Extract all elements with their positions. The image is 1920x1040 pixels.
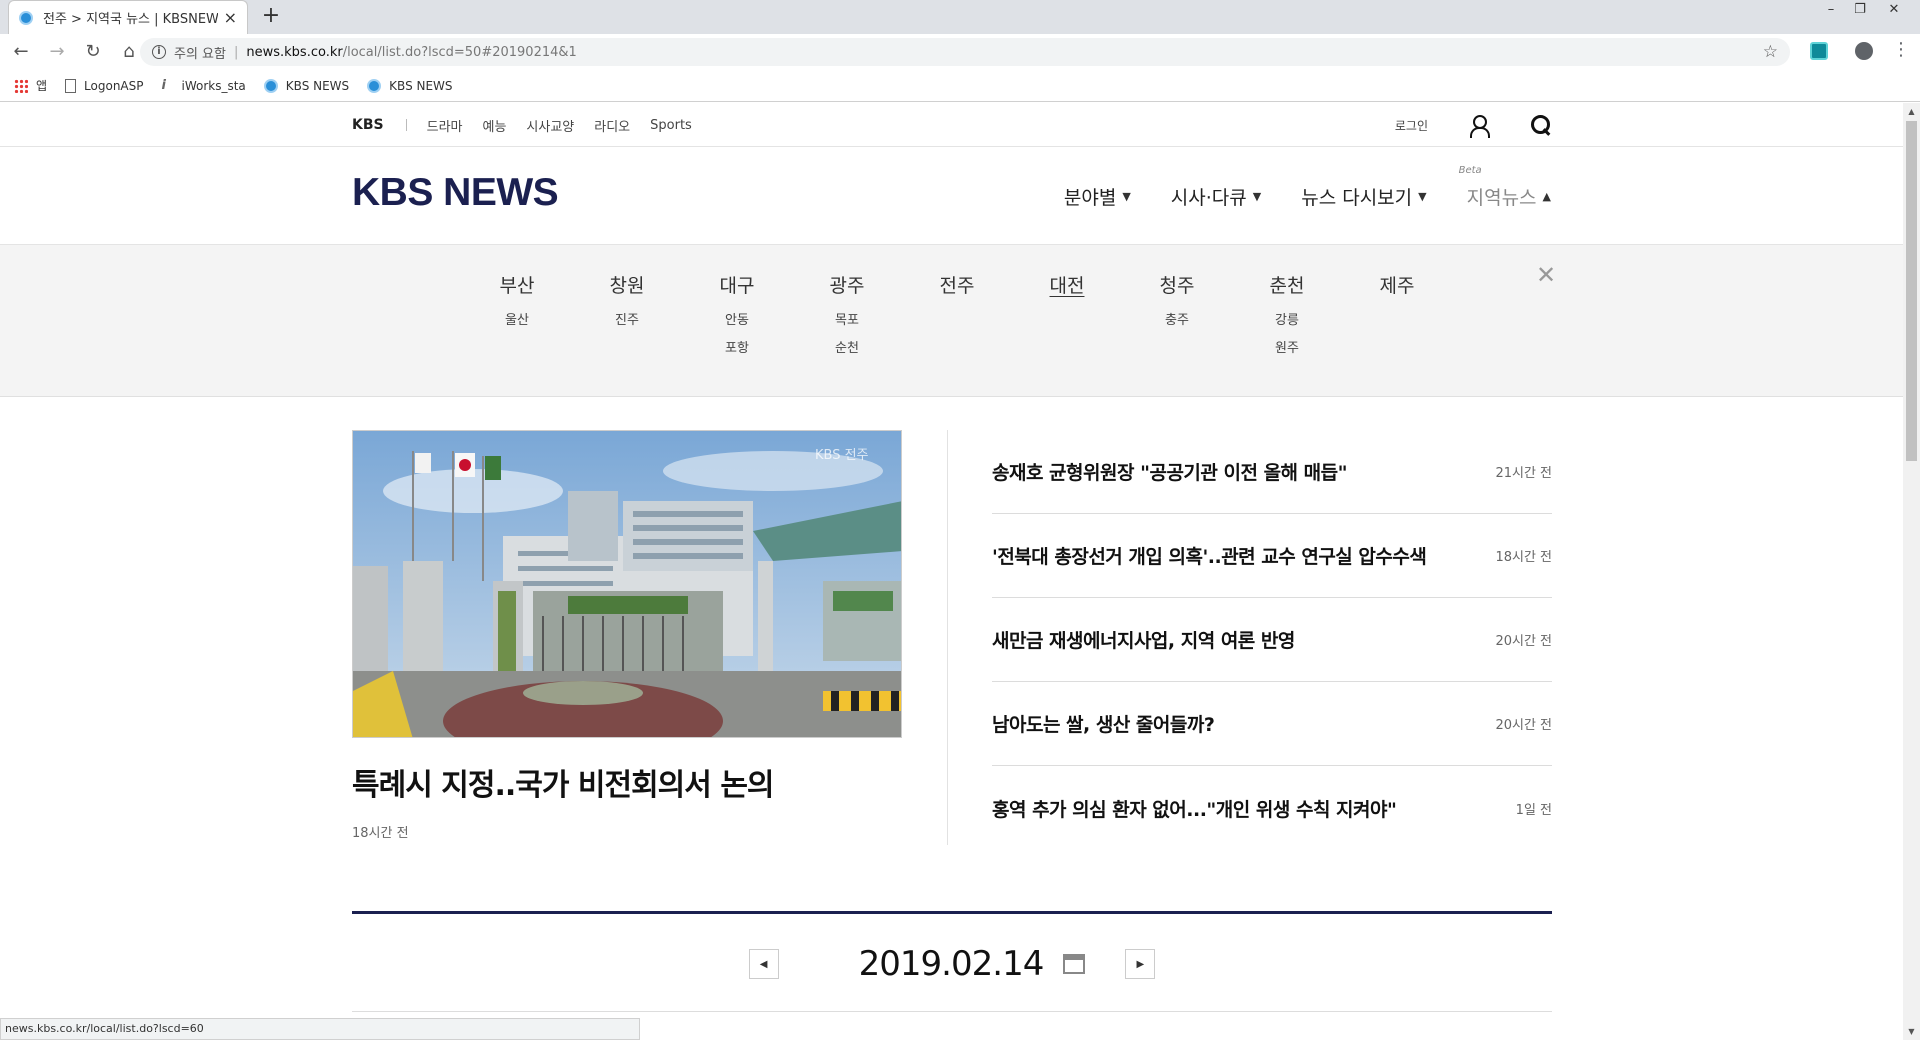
news-item[interactable]: 새만금 재생에너지사업, 지역 여론 반영 20시간 전 — [992, 598, 1552, 682]
browser-tab[interactable]: 전주 > 지역국 뉴스 | KBSNEWS × — [8, 0, 248, 34]
arrow-left-icon: ◀ — [759, 958, 768, 970]
news-title: '전북대 총장선거 개입 의혹'..관련 교수 연구실 압수수색 — [992, 546, 1427, 568]
date-bar-bottom-line — [352, 1011, 1552, 1012]
bookmark-apps[interactable]: 앱 — [14, 77, 47, 94]
news-time: 20시간 전 — [1495, 718, 1552, 733]
headline-time: 18시간 전 — [352, 826, 409, 841]
bookmark-iworks[interactable]: i iWorks_sta — [162, 78, 246, 93]
date-navigator: ◀ 2019.02.14 ▶ — [352, 911, 1552, 1012]
address-bar[interactable]: i 주의 요함 | news.kbs.co.kr /local/list.do?… — [140, 38, 1790, 66]
news-time: 20시간 전 — [1495, 634, 1552, 649]
reload-icon[interactable]: ↻ — [78, 37, 108, 67]
page-scrollbar[interactable]: ▲ ▼ — [1903, 103, 1920, 1040]
prev-date-button[interactable]: ◀ — [748, 949, 779, 979]
current-date: 2019.02.14 — [858, 944, 1045, 984]
kbs-icon — [367, 78, 382, 93]
back-arrow-icon[interactable]: ← — [6, 37, 36, 67]
iworks-icon: i — [161, 78, 166, 93]
news-time: 1일 전 — [1515, 802, 1552, 818]
bookmark-label: KBS NEWS — [285, 78, 350, 93]
profile-icon[interactable] — [1855, 42, 1873, 60]
news-list: 송재호 균형위원장 "공공기관 이전 올해 매듭" 21시간 전 '전북대 총장… — [992, 430, 1552, 850]
image-watermark: KBS 전주 — [815, 448, 869, 463]
calendar-icon[interactable] — [1063, 954, 1086, 974]
headline-image[interactable]: KBS 전주 — [352, 430, 902, 738]
bookmark-star-icon[interactable]: ☆ — [1763, 42, 1778, 62]
news-item[interactable]: 남아도는 쌀, 생산 줄어들까? 20시간 전 — [992, 682, 1552, 766]
status-bar: news.kbs.co.kr/local/list.do?lscd=60 — [0, 1018, 640, 1040]
arrow-right-icon: ▶ — [1136, 958, 1145, 970]
browser-tabstrip: 전주 > 지역국 뉴스 | KBSNEWS × + – ❐ ✕ — [0, 0, 1920, 34]
menu-kebab-icon[interactable]: ⋮ — [1892, 40, 1910, 60]
kbs-icon — [263, 78, 278, 93]
news-item[interactable]: 송재호 균형위원장 "공공기관 이전 올해 매듭" 21시간 전 — [992, 430, 1552, 514]
document-icon — [65, 78, 77, 93]
scroll-up-icon[interactable]: ▲ — [1903, 103, 1920, 120]
url-host: news.kbs.co.kr — [246, 44, 343, 60]
column-divider — [947, 430, 948, 845]
bookmark-logonasp[interactable]: LogonASP — [65, 78, 144, 93]
content-layer: KBS 전주 특례시 지정..국가 비전회의서 논의 18시간 전 송재호 균형… — [0, 103, 1903, 1040]
extension-icon[interactable] — [1810, 42, 1828, 60]
news-time: 21시간 전 — [1495, 466, 1552, 481]
web-page: KBS 드라마 예능 시사교양 라디오 Sports 로그인 KBS NEWS … — [0, 103, 1903, 1040]
browser-toolbar: ← → ↻ ⌂ i 주의 요함 | news.kbs.co.kr /local/… — [0, 34, 1920, 70]
tab-close-icon[interactable]: × — [224, 8, 237, 27]
tab-title: 전주 > 지역국 뉴스 | KBSNEWS — [43, 12, 218, 27]
kbs-favicon-icon — [19, 10, 33, 25]
minimize-icon[interactable]: – — [1817, 0, 1845, 20]
news-item[interactable]: '전북대 총장선거 개입 의혹'..관련 교수 연구실 압수수색 18시간 전 — [992, 514, 1552, 598]
forward-arrow-icon[interactable]: → — [42, 37, 72, 67]
info-icon[interactable]: i — [152, 45, 166, 59]
news-time: 18시간 전 — [1495, 550, 1552, 565]
bookmark-label: KBS NEWS — [389, 78, 453, 93]
city-hall-photo: KBS 전주 — [353, 431, 901, 737]
omnibox-separator: | — [233, 44, 239, 60]
news-title: 남아도는 쌀, 생산 줄어들까? — [992, 714, 1215, 736]
apps-icon — [14, 78, 28, 93]
security-warning: 주의 요함 — [174, 46, 226, 62]
news-item[interactable]: 홍역 추가 의심 환자 없어..."개인 위생 수칙 지켜야" 1일 전 — [992, 766, 1552, 850]
scroll-down-icon[interactable]: ▼ — [1903, 1023, 1920, 1040]
news-title: 송재호 균형위원장 "공공기관 이전 올해 매듭" — [992, 462, 1348, 484]
bookmarks-bar: 앱 LogonASP i iWorks_sta KBS NEWS KBS NEW… — [0, 70, 1920, 102]
next-date-button[interactable]: ▶ — [1125, 949, 1156, 979]
bookmark-label: LogonASP — [84, 78, 144, 93]
window-close-icon[interactable]: ✕ — [1880, 0, 1908, 20]
scrollbar-thumb[interactable] — [1906, 121, 1917, 461]
bookmark-label: 앱 — [36, 79, 48, 93]
bookmark-label: iWorks_sta — [181, 78, 246, 93]
news-title: 홍역 추가 의심 환자 없어..."개인 위생 수칙 지켜야" — [992, 798, 1397, 821]
new-tab-button[interactable]: + — [258, 4, 284, 30]
bookmark-kbs-news-1[interactable]: KBS NEWS — [263, 78, 350, 93]
headline-title[interactable]: 특례시 지정..국가 비전회의서 논의 — [352, 760, 912, 804]
url-path: /local/list.do?lscd=50#20190214&1 — [342, 44, 577, 60]
bookmark-kbs-news-2[interactable]: KBS NEWS — [367, 78, 453, 93]
restore-icon[interactable]: ❐ — [1846, 0, 1874, 20]
news-title: 새만금 재생에너지사업, 지역 여론 반영 — [992, 630, 1295, 652]
